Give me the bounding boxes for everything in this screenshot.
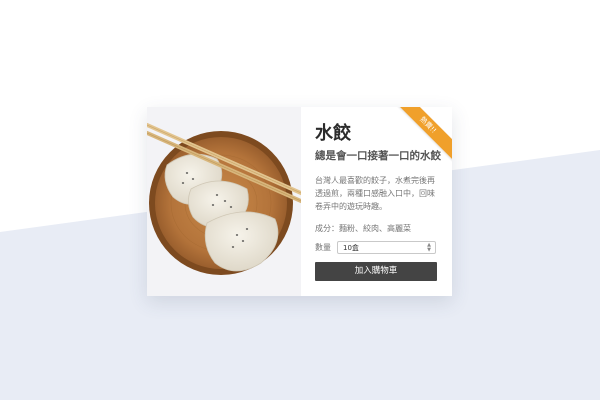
quantity-select-value: 10盒 <box>343 244 359 252</box>
product-info: 水餃 總是會一口接著一口的水餃 台灣人最喜歡的餃子，水煮完後再透過煎，兩種口感融… <box>315 123 441 254</box>
quantity-label: 數量 <box>315 243 331 252</box>
quantity-row: 數量 10盒 ▲ ▼ <box>315 241 437 254</box>
add-to-cart-button[interactable]: 加入購物車 <box>315 262 437 281</box>
product-ingredients: 成分：麵粉、絞肉、高麗菜 <box>315 224 411 233</box>
product-subtitle: 總是會一口接著一口的水餃 <box>315 150 441 162</box>
quantity-select[interactable]: 10盒 ▲ ▼ <box>337 241 436 254</box>
product-card: 水餃 總是會一口接著一口的水餃 台灣人最喜歡的餃子，水煮完後再透過煎，兩種口感融… <box>147 107 452 296</box>
product-description: 台灣人最喜歡的餃子，水煮完後再透過煎，兩種口感融入口中，回味卷弄中的遊玩時趣。 <box>315 176 435 211</box>
product-photo <box>147 107 301 296</box>
select-arrows-icon: ▲ ▼ <box>427 241 431 253</box>
page-stage: 水餃 總是會一口接著一口的水餃 台灣人最喜歡的餃子，水煮完後再透過煎，兩種口感融… <box>0 0 600 400</box>
dumpling-plate-photo <box>147 107 301 296</box>
